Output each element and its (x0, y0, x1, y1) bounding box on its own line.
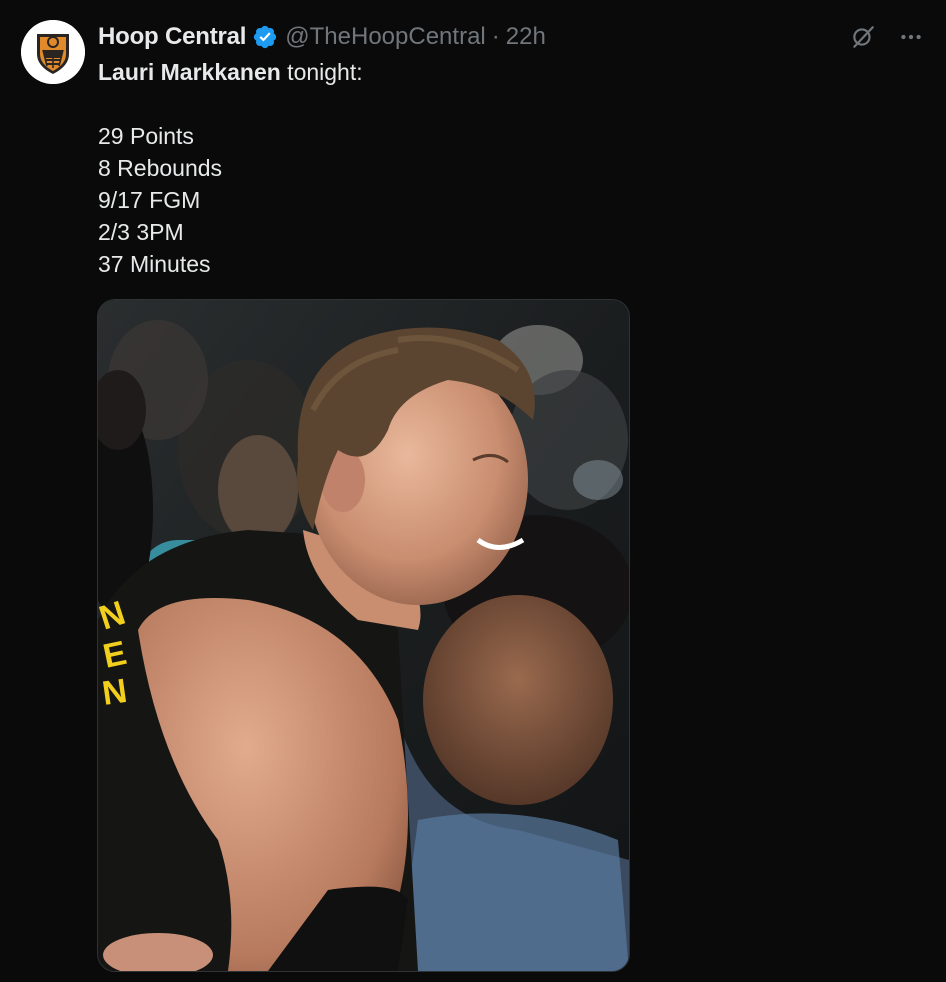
basketball-shield-logo-icon (21, 20, 85, 84)
tweet-top-actions (848, 22, 926, 52)
author-handle[interactable]: @TheHoopCentral (285, 23, 485, 51)
stat-field-goals: 9/17 FGM (98, 187, 201, 213)
tweet-card[interactable]: Hoop Central @TheHoopCentral · 22h Lauri… (0, 0, 946, 982)
svg-text:N: N (100, 672, 130, 713)
header-separator: · (491, 23, 500, 50)
stat-rebounds: 8 Rebounds (98, 155, 223, 181)
verified-badge-icon[interactable] (252, 24, 278, 50)
intro-suffix: tonight: (280, 59, 363, 85)
grok-icon[interactable] (848, 22, 878, 52)
tweet-text: Lauri Markkanen tonight: 29 Points 8 Reb… (98, 56, 363, 280)
tweet-photo[interactable]: N E N (97, 299, 630, 972)
author-avatar[interactable] (21, 20, 85, 84)
tweet-timestamp[interactable]: 22h (506, 23, 546, 51)
stat-points: 29 Points (98, 123, 194, 149)
author-display-name[interactable]: Hoop Central (98, 23, 246, 51)
player-name: Lauri Markkanen (98, 59, 281, 85)
more-options-icon[interactable] (896, 22, 926, 52)
stat-minutes: 37 Minutes (98, 251, 211, 277)
tweet-header: Hoop Central @TheHoopCentral · 22h (98, 22, 546, 52)
player-photo-illustration: N E N (98, 300, 629, 971)
tweet-intro-line: Lauri Markkanen tonight: (98, 56, 363, 88)
stat-three-pointers: 2/3 3PM (98, 219, 184, 245)
